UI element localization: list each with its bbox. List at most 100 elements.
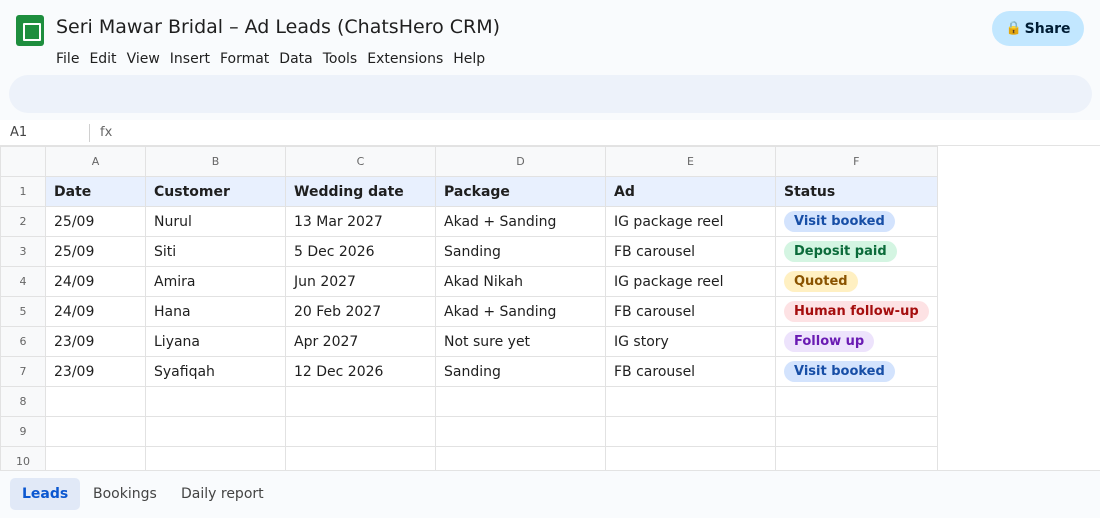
- empty-cell[interactable]: [285, 386, 436, 417]
- row-header[interactable]: 3: [0, 236, 46, 267]
- cell-wedding-date[interactable]: 5 Dec 2026: [285, 236, 436, 267]
- cell-wedding-date[interactable]: Apr 2027: [285, 326, 436, 357]
- empty-cell[interactable]: [775, 416, 938, 447]
- share-button[interactable]: 🔒 Share: [992, 11, 1084, 46]
- empty-row: 9: [0, 416, 938, 447]
- cell-ad[interactable]: IG package reel: [605, 266, 776, 297]
- cell-date[interactable]: 25/09: [45, 206, 146, 237]
- cell-date[interactable]: 23/09: [45, 356, 146, 387]
- cell-status[interactable]: Follow up: [775, 326, 938, 357]
- cell-ad[interactable]: FB carousel: [605, 296, 776, 327]
- menu-help[interactable]: Help: [453, 51, 485, 67]
- row-header[interactable]: 9: [0, 416, 46, 447]
- column-header-b[interactable]: B: [145, 146, 286, 177]
- menu-tools[interactable]: Tools: [323, 51, 358, 67]
- cell-date[interactable]: 23/09: [45, 326, 146, 357]
- cell-date[interactable]: 25/09: [45, 236, 146, 267]
- table-header-row: 1 Date Customer Wedding date Package Ad …: [0, 176, 938, 207]
- sheet-tab-bar: Leads Bookings Daily report: [0, 470, 1100, 518]
- select-all-corner[interactable]: [0, 146, 46, 177]
- menu-data[interactable]: Data: [279, 51, 312, 67]
- header-cell-date[interactable]: Date: [45, 176, 146, 207]
- column-header-c[interactable]: C: [285, 146, 436, 177]
- tab-daily-report[interactable]: Daily report: [169, 478, 276, 510]
- menu-insert[interactable]: Insert: [170, 51, 210, 67]
- empty-cell[interactable]: [145, 386, 286, 417]
- fx-icon: fx: [100, 125, 113, 140]
- row-header[interactable]: 8: [0, 386, 46, 417]
- cell-status[interactable]: Human follow-up: [775, 296, 938, 327]
- menu-format[interactable]: Format: [220, 51, 269, 67]
- table-row: 2 25/09 Nurul 13 Mar 2027 Akad + Sanding…: [0, 206, 938, 237]
- sheet-table: A B C D E F 1 Date Customer Wedding date…: [0, 146, 938, 477]
- name-box[interactable]: A1: [10, 125, 27, 140]
- cell-status[interactable]: Visit booked: [775, 356, 938, 387]
- empty-cell[interactable]: [605, 416, 776, 447]
- menu-bar: File Edit View Insert Format Data Tools …: [56, 51, 485, 67]
- cell-package[interactable]: Akad Nikah: [435, 266, 606, 297]
- tab-leads[interactable]: Leads: [10, 478, 81, 510]
- status-badge: Deposit paid: [784, 241, 897, 262]
- empty-cell[interactable]: [45, 416, 146, 447]
- table-row: 6 23/09 Liyana Apr 2027 Not sure yet IG …: [0, 326, 938, 357]
- column-header-e[interactable]: E: [605, 146, 776, 177]
- cell-package[interactable]: Akad + Sanding: [435, 296, 606, 327]
- cell-wedding-date[interactable]: Jun 2027: [285, 266, 436, 297]
- header-cell-wedding-date[interactable]: Wedding date: [285, 176, 436, 207]
- cell-package[interactable]: Sanding: [435, 236, 606, 267]
- cell-customer[interactable]: Syafiqah: [145, 356, 286, 387]
- cell-ad[interactable]: FB carousel: [605, 236, 776, 267]
- column-header-a[interactable]: A: [45, 146, 146, 177]
- cell-ad[interactable]: IG package reel: [605, 206, 776, 237]
- empty-cell[interactable]: [775, 386, 938, 417]
- cell-wedding-date[interactable]: 13 Mar 2027: [285, 206, 436, 237]
- row-header[interactable]: 1: [0, 176, 46, 207]
- cell-status[interactable]: Visit booked: [775, 206, 938, 237]
- cell-ad[interactable]: IG story: [605, 326, 776, 357]
- menu-extensions[interactable]: Extensions: [367, 51, 443, 67]
- cell-customer[interactable]: Liyana: [145, 326, 286, 357]
- formula-divider: [89, 124, 90, 142]
- row-header[interactable]: 2: [0, 206, 46, 237]
- sheets-logo-icon[interactable]: [16, 15, 44, 46]
- cell-package[interactable]: Sanding: [435, 356, 606, 387]
- header-cell-ad[interactable]: Ad: [605, 176, 776, 207]
- tab-bookings[interactable]: Bookings: [81, 478, 169, 510]
- empty-row: 8: [0, 386, 938, 417]
- row-header[interactable]: 5: [0, 296, 46, 327]
- cell-customer[interactable]: Amira: [145, 266, 286, 297]
- empty-cell[interactable]: [285, 416, 436, 447]
- cell-status[interactable]: Deposit paid: [775, 236, 938, 267]
- column-header-d[interactable]: D: [435, 146, 606, 177]
- status-badge: Quoted: [784, 271, 858, 292]
- cell-date[interactable]: 24/09: [45, 296, 146, 327]
- row-header[interactable]: 7: [0, 356, 46, 387]
- toolbar: [9, 75, 1092, 113]
- document-title[interactable]: Seri Mawar Bridal – Ad Leads (ChatsHero …: [56, 16, 500, 38]
- empty-cell[interactable]: [435, 416, 606, 447]
- empty-cell[interactable]: [45, 386, 146, 417]
- cell-customer[interactable]: Siti: [145, 236, 286, 267]
- menu-edit[interactable]: Edit: [89, 51, 116, 67]
- header-cell-customer[interactable]: Customer: [145, 176, 286, 207]
- cell-customer[interactable]: Nurul: [145, 206, 286, 237]
- row-header[interactable]: 4: [0, 266, 46, 297]
- column-header-f[interactable]: F: [775, 146, 938, 177]
- empty-cell[interactable]: [605, 386, 776, 417]
- cell-status[interactable]: Quoted: [775, 266, 938, 297]
- cell-package[interactable]: Not sure yet: [435, 326, 606, 357]
- menu-view[interactable]: View: [127, 51, 160, 67]
- cell-wedding-date[interactable]: 20 Feb 2027: [285, 296, 436, 327]
- cell-wedding-date[interactable]: 12 Dec 2026: [285, 356, 436, 387]
- empty-cell[interactable]: [145, 416, 286, 447]
- table-row: 7 23/09 Syafiqah 12 Dec 2026 Sanding FB …: [0, 356, 938, 387]
- menu-file[interactable]: File: [56, 51, 79, 67]
- header-cell-status[interactable]: Status: [775, 176, 938, 207]
- cell-ad[interactable]: FB carousel: [605, 356, 776, 387]
- header-cell-package[interactable]: Package: [435, 176, 606, 207]
- cell-customer[interactable]: Hana: [145, 296, 286, 327]
- empty-cell[interactable]: [435, 386, 606, 417]
- cell-package[interactable]: Akad + Sanding: [435, 206, 606, 237]
- row-header[interactable]: 6: [0, 326, 46, 357]
- cell-date[interactable]: 24/09: [45, 266, 146, 297]
